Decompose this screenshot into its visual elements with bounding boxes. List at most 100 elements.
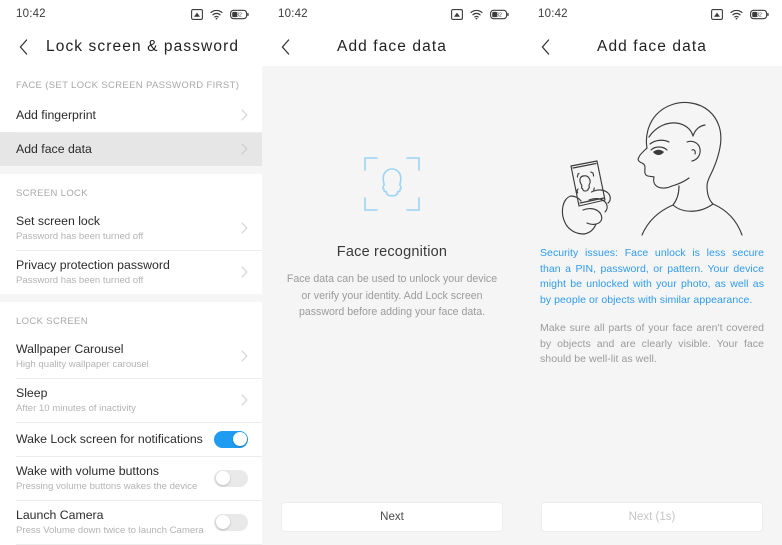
app-bar: Add face data bbox=[522, 28, 782, 66]
toggle-switch-on[interactable] bbox=[214, 430, 248, 448]
face-unlock-warning-content: Security issues: Face unlock is less sec… bbox=[522, 80, 782, 545]
settings-row[interactable]: Wake with volume buttons Pressing volume … bbox=[0, 456, 262, 500]
row-divider bbox=[16, 422, 262, 423]
settings-row[interactable]: Wake Lock screen for notifications bbox=[0, 422, 262, 456]
row-divider bbox=[16, 378, 262, 379]
row-title: Sleep bbox=[16, 385, 48, 400]
svg-text:32: 32 bbox=[236, 12, 242, 18]
toggle-knob bbox=[232, 432, 247, 446]
row-text-group: Launch Camera Press Volume down twice to … bbox=[16, 501, 206, 544]
status-clock: 10:42 bbox=[538, 8, 568, 20]
wifi-icon bbox=[210, 9, 223, 19]
face-recognition-content: Face recognition Face data can be used t… bbox=[262, 66, 522, 545]
panel-face-unlock-warning: 10:42 32 Add face data Security issues: … bbox=[522, 0, 782, 545]
face-visibility-info-text: Make sure all parts of your face aren't … bbox=[540, 322, 764, 365]
row-title: Launch Camera bbox=[16, 507, 104, 522]
status-clock: 10:42 bbox=[278, 8, 308, 20]
page-title: Add face data bbox=[597, 38, 707, 55]
row-title: Wake with volume buttons bbox=[16, 463, 160, 478]
status-bar: 10:42 32 bbox=[262, 0, 522, 28]
settings-row[interactable]: Launch Camera Press Volume down twice to … bbox=[0, 500, 262, 544]
chevron-right-icon bbox=[241, 394, 248, 406]
row-subtitle: After 10 minutes of inactivity bbox=[16, 402, 136, 414]
chevron-right-icon bbox=[241, 350, 248, 362]
status-icon-group: 32 bbox=[451, 8, 509, 20]
row-subtitle: High quality wallpaper carousel bbox=[16, 358, 149, 370]
toggle-switch-off[interactable] bbox=[214, 513, 248, 531]
back-button[interactable] bbox=[14, 36, 32, 58]
row-text-group: Wallpaper Carousel High quality wallpaper… bbox=[16, 335, 233, 378]
next-button-disabled[interactable]: Next (1s) bbox=[541, 502, 763, 532]
chevron-right-icon bbox=[241, 222, 248, 234]
row-text-group: Wake Lock screen for notifications bbox=[16, 425, 206, 453]
row-title: Privacy protection password bbox=[16, 257, 170, 272]
battery-icon: 32 bbox=[750, 9, 769, 19]
screenshot-icon bbox=[711, 8, 723, 20]
row-subtitle: Password has been turned off bbox=[16, 230, 144, 242]
chevron-right-icon bbox=[241, 266, 248, 278]
chevron-left-icon bbox=[541, 39, 549, 55]
security-warning-text: Security issues: Face unlock is less sec… bbox=[540, 247, 764, 306]
back-button[interactable] bbox=[536, 36, 554, 58]
chevron-left-icon bbox=[281, 39, 289, 55]
chevron-right-icon bbox=[241, 109, 248, 121]
row-title: Set screen lock bbox=[16, 213, 101, 228]
row-text-group: Add face data bbox=[16, 135, 233, 163]
row-divider bbox=[16, 250, 262, 251]
row-title: Add face data bbox=[16, 142, 92, 156]
settings-list: FACE (SET LOCK SCREEN PASSWORD FIRST) Add… bbox=[0, 66, 262, 545]
chevron-right-icon bbox=[241, 143, 248, 155]
row-text-group: Add fingerprint bbox=[16, 101, 233, 129]
status-icon-group: 32 bbox=[711, 8, 769, 20]
back-button[interactable] bbox=[276, 36, 294, 58]
wifi-icon bbox=[730, 9, 743, 19]
toggle-knob bbox=[215, 471, 230, 485]
panel-lock-screen-settings: 10:42 32 Lock screen & password FACE (SE… bbox=[0, 0, 262, 545]
face-unlock-illustration bbox=[561, 101, 743, 236]
section-header: FACE (SET LOCK SCREEN PASSWORD FIRST) bbox=[0, 66, 262, 98]
warning-text-block: Security issues: Face unlock is less sec… bbox=[522, 246, 782, 368]
panel-face-recognition-intro: 10:42 32 Add face data Face recognition … bbox=[262, 0, 522, 545]
screenshot-root: 10:42 32 Lock screen & password FACE (SE… bbox=[0, 0, 782, 545]
settings-row[interactable]: Set screen lock Password has been turned … bbox=[0, 206, 262, 250]
status-bar: 10:42 32 bbox=[0, 0, 262, 28]
page-title: Lock screen & password bbox=[46, 38, 240, 55]
face-recognition-heading: Face recognition bbox=[336, 244, 448, 260]
screenshot-icon bbox=[451, 8, 463, 20]
section-header: SCREEN LOCK bbox=[0, 174, 262, 206]
row-text-group: Privacy protection password Password has … bbox=[16, 251, 233, 294]
toggle-switch-off[interactable] bbox=[214, 469, 248, 487]
row-text-group: Wake with volume buttons Pressing volume … bbox=[16, 457, 206, 500]
row-subtitle: Pressing volume buttons wakes the device bbox=[16, 480, 198, 492]
toggle-knob bbox=[215, 515, 230, 529]
battery-icon: 32 bbox=[230, 9, 249, 19]
settings-row[interactable]: Add face data bbox=[0, 132, 262, 166]
battery-icon: 32 bbox=[490, 9, 509, 19]
row-divider bbox=[16, 456, 262, 457]
settings-row[interactable]: Add fingerprint bbox=[0, 98, 262, 132]
next-button[interactable]: Next bbox=[281, 502, 503, 532]
app-bar: Lock screen & password bbox=[0, 28, 262, 66]
section-spacer bbox=[0, 294, 262, 302]
row-divider bbox=[16, 132, 262, 133]
status-clock: 10:42 bbox=[16, 8, 46, 20]
section-spacer bbox=[0, 166, 262, 174]
row-subtitle: Press Volume down twice to launch Camera bbox=[16, 524, 204, 536]
bottom-button-bar: Next bbox=[262, 489, 522, 545]
chevron-left-icon bbox=[19, 39, 27, 55]
face-recognition-description: Face data can be used to unlock your dev… bbox=[286, 273, 498, 318]
row-title: Wallpaper Carousel bbox=[16, 341, 124, 356]
row-text-group: Sleep After 10 minutes of inactivity bbox=[16, 379, 233, 422]
row-title: Wake Lock screen for notifications bbox=[16, 432, 203, 446]
page-title: Add face data bbox=[337, 38, 447, 55]
wifi-icon bbox=[470, 9, 483, 19]
settings-row[interactable]: Wallpaper Carousel High quality wallpaper… bbox=[0, 334, 262, 378]
svg-text:32: 32 bbox=[756, 12, 762, 18]
settings-row[interactable]: Privacy protection password Password has … bbox=[0, 250, 262, 294]
app-bar: Add face data bbox=[262, 28, 522, 66]
status-bar: 10:42 32 bbox=[522, 0, 782, 28]
settings-row[interactable]: Sleep After 10 minutes of inactivity bbox=[0, 378, 262, 422]
row-text-group: Set screen lock Password has been turned … bbox=[16, 207, 233, 250]
row-divider bbox=[16, 500, 262, 501]
bottom-button-bar: Next (1s) bbox=[522, 489, 782, 545]
